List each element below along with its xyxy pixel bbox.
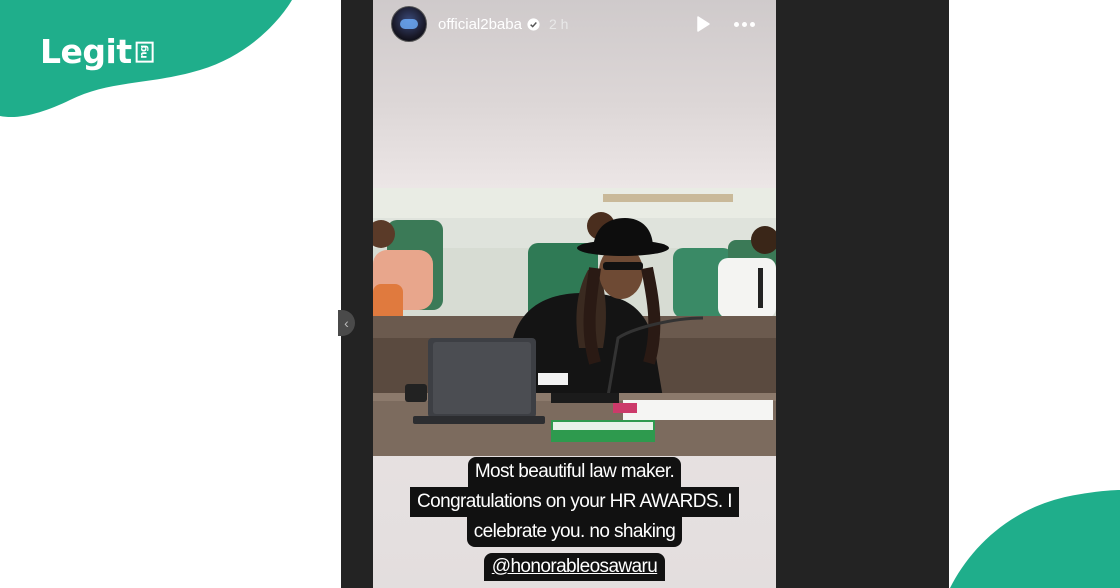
avatar[interactable]: [391, 6, 427, 42]
logo-suffix: ng: [135, 40, 154, 63]
post-time: 2 h: [548, 16, 569, 32]
more-dots-icon[interactable]: [734, 21, 755, 27]
chevron-left-icon: ‹: [344, 315, 349, 331]
caption-line: celebrate you. no shaking: [466, 517, 683, 547]
play-icon[interactable]: [694, 15, 712, 33]
avatar-image: [400, 19, 418, 29]
page: Legit ng ‹ official2baba 2 h Most beauti…: [0, 0, 1120, 588]
caption-line: Most beautiful law maker.: [467, 457, 682, 487]
username[interactable]: official2baba: [438, 16, 522, 33]
story-photo: [373, 188, 776, 456]
verified-badge-icon: [527, 17, 540, 31]
story-caption: Most beautiful law maker. Congratulation…: [373, 457, 776, 581]
mention-link[interactable]: @honorableosawaru: [483, 553, 666, 581]
brand-blob-bottom-right: [950, 490, 1120, 588]
story-header: official2baba 2 h: [391, 5, 763, 43]
caption-line: Congratulations on your HR AWARDS. I: [410, 487, 739, 517]
legit-logo[interactable]: Legit ng: [40, 32, 155, 71]
instagram-story[interactable]: official2baba 2 h Most beautiful law mak…: [373, 0, 776, 588]
logo-text: Legit: [40, 32, 132, 71]
